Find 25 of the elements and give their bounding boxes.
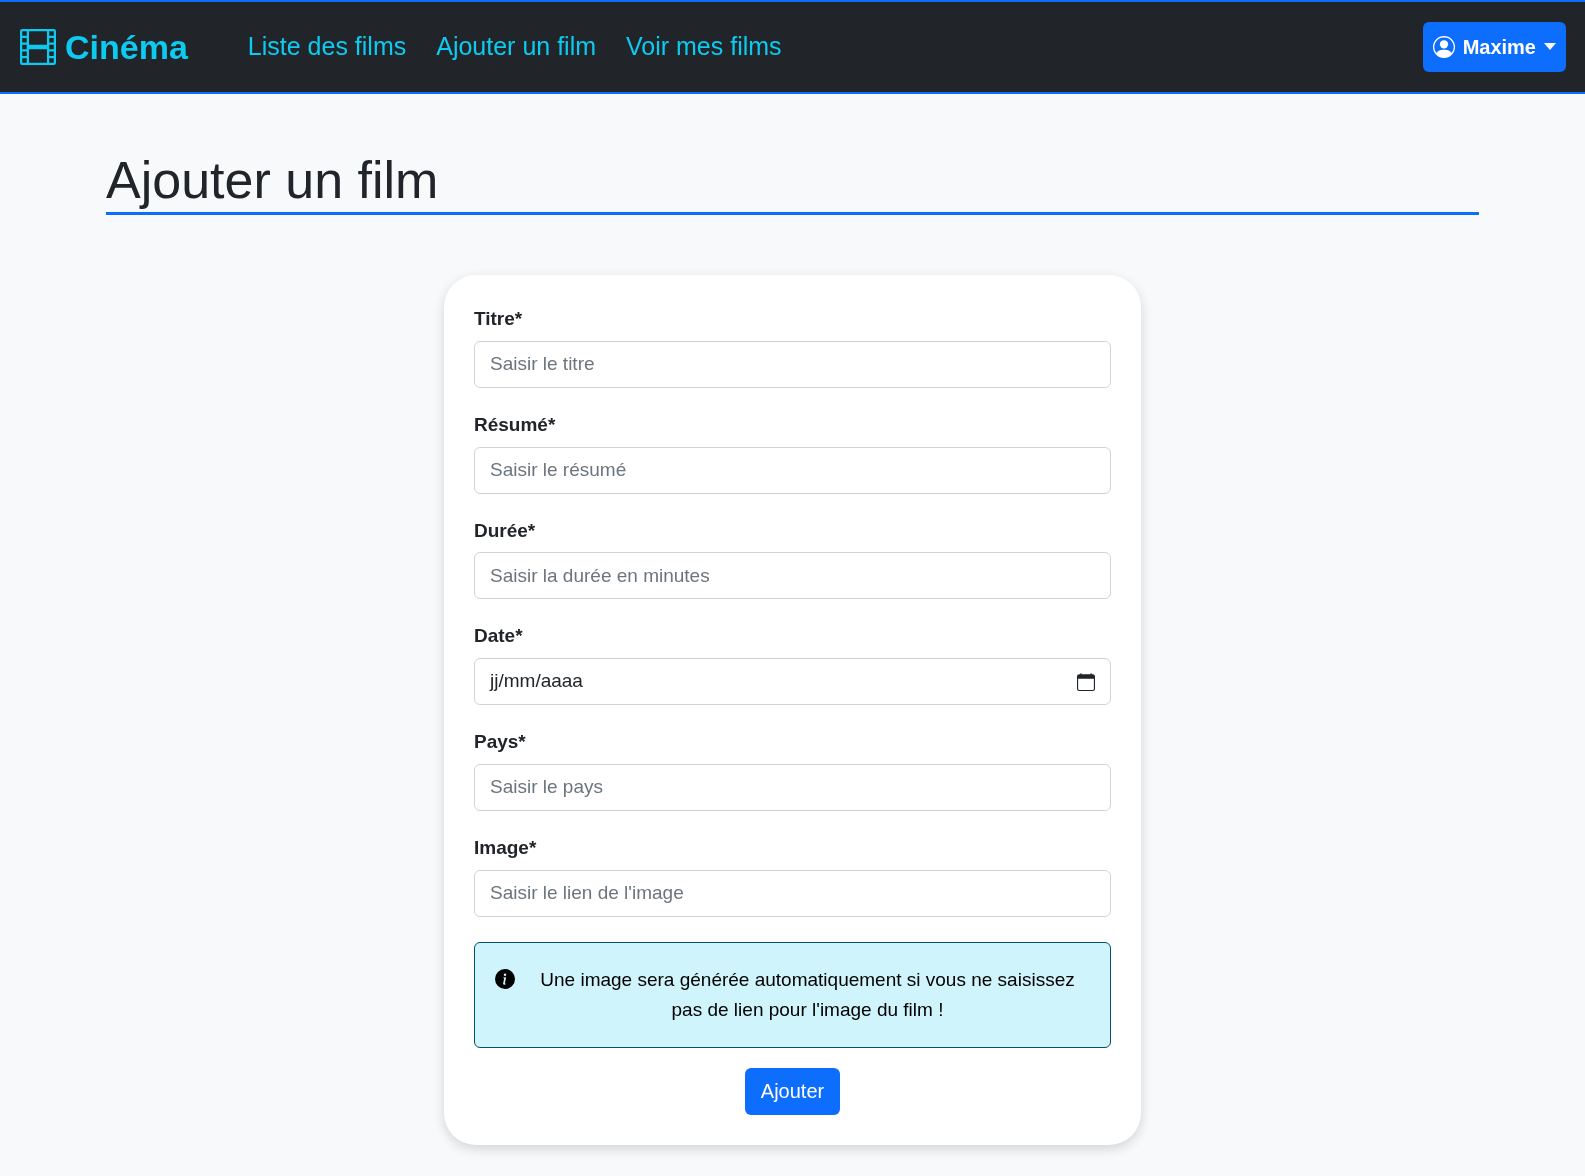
nav-link[interactable]: Ajouter un film [436,28,596,66]
nav-link[interactable]: Voir mes films [626,28,782,66]
alert-text: Une image sera générée automatiquement si vous ne saisissez pas de lien pour l'image du film ! [539,967,1076,1022]
submit-button[interactable]: Ajouter [744,1067,841,1115]
nav-link[interactable]: Liste des films [247,28,407,66]
caret-icon [1544,43,1556,51]
text-field[interactable]: Saisir la durée en minutes [474,552,1111,600]
brand-name: Cinéma [65,26,188,68]
field-label: Résumé* [474,412,557,437]
text-field[interactable]: Saisir le résumé [474,446,1111,494]
date-field[interactable]: jj/mm/aaaa [474,658,1111,705]
field-label: Pays* [474,730,527,754]
page-title: Ajouter un film [106,154,1479,215]
calendar-icon[interactable] [1077,672,1095,691]
text-field[interactable]: Saisir le pays [474,763,1111,811]
user-menu-button[interactable]: Maxime [1422,22,1566,72]
text-field[interactable]: Saisir le lien de l'image [474,869,1111,917]
brand-link[interactable]: Cinéma [19,21,188,73]
field-label: Durée* [474,518,537,543]
film-icon [19,29,57,65]
field-label: Date* [474,624,524,648]
text-field[interactable]: Saisir le titre [474,340,1111,388]
field-label: Image* [474,835,538,860]
field-label: Titre* [474,307,524,331]
info-icon [495,968,515,989]
